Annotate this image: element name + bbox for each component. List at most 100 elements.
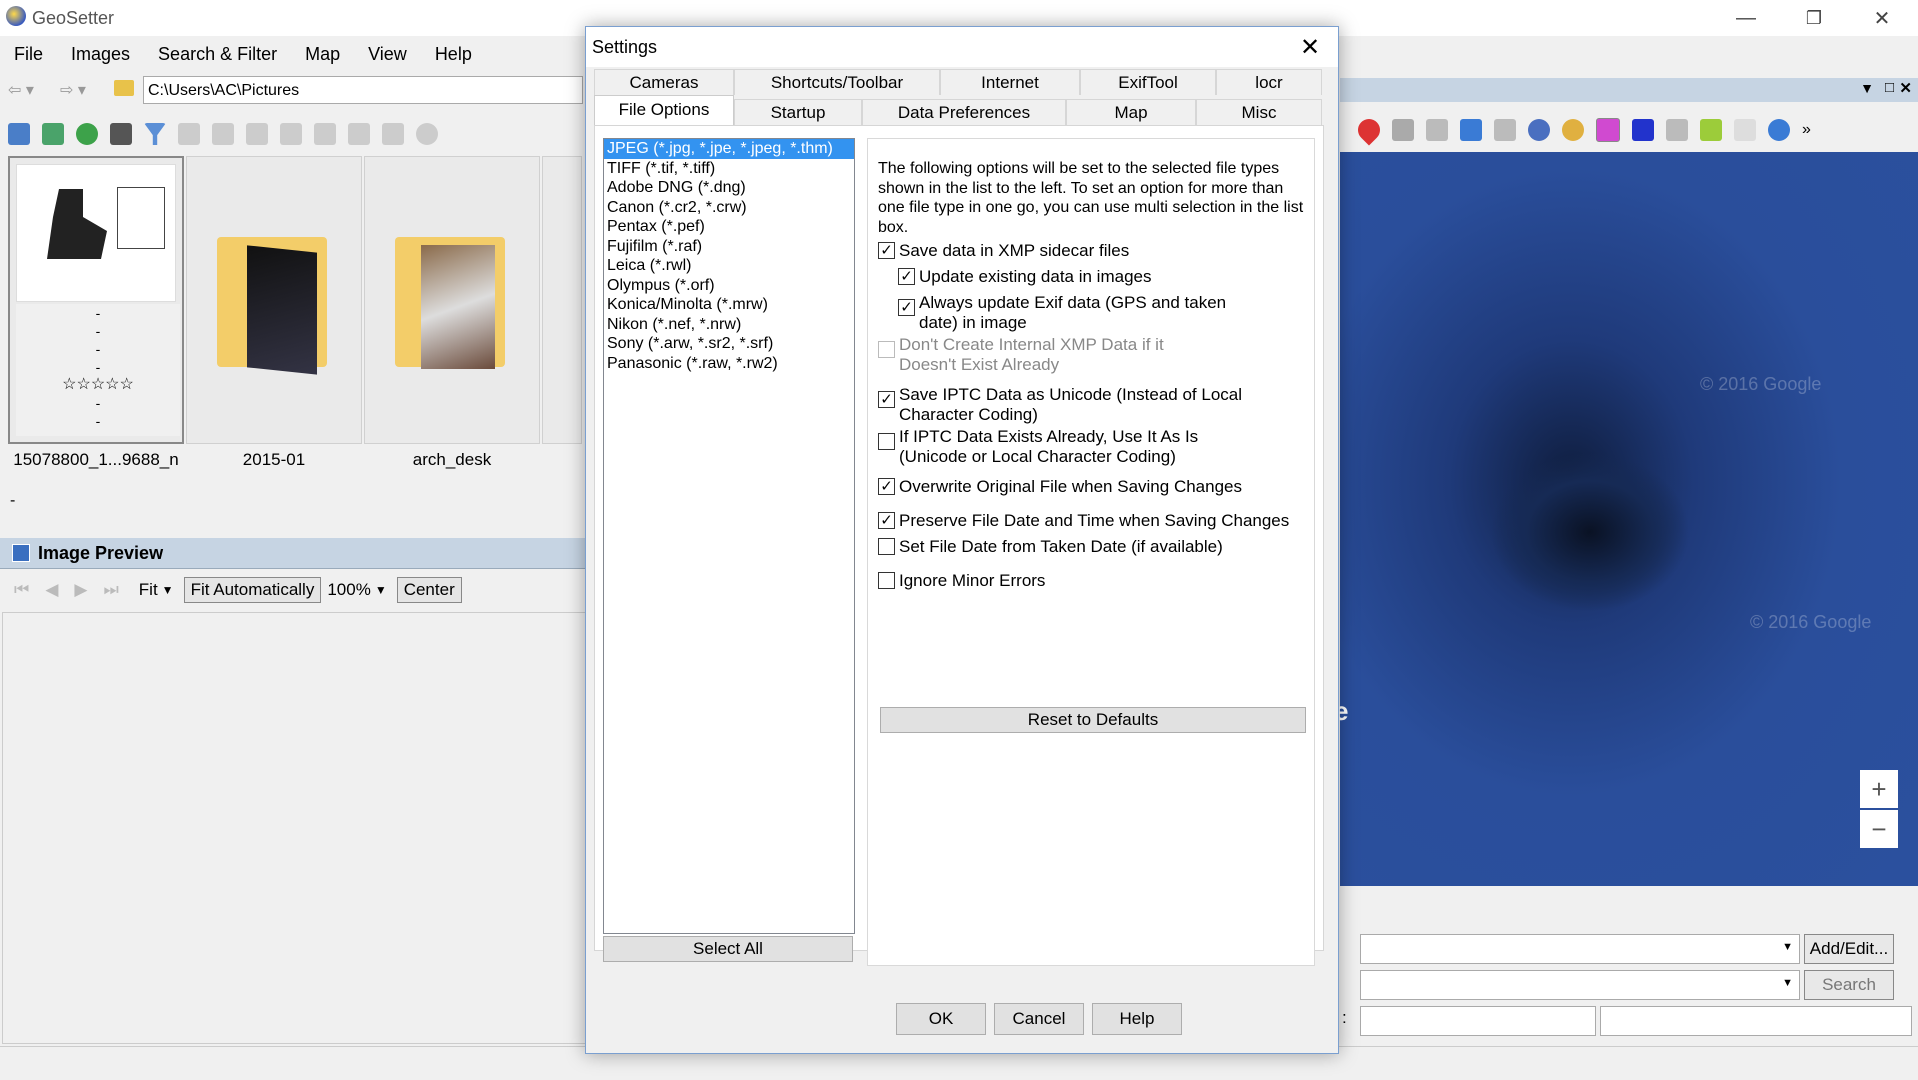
help-button[interactable]: Help [1092, 1003, 1182, 1035]
option-update-existing[interactable]: ✓ Update existing data in images [898, 267, 1298, 287]
tab-cameras[interactable]: Cameras [594, 69, 734, 95]
zoom-out-button[interactable]: − [1860, 810, 1898, 848]
next-icon[interactable]: ▶ [74, 580, 87, 600]
more-icon[interactable]: » [1802, 121, 1811, 139]
checkbox[interactable]: ✓ [878, 512, 895, 529]
folder-item[interactable] [364, 156, 540, 444]
tab-file-options[interactable]: File Options [594, 95, 734, 125]
maximize-icon[interactable]: □ [1885, 79, 1894, 96]
coordinate-field[interactable] [1360, 1006, 1596, 1036]
pink-arrow-icon[interactable] [1596, 118, 1620, 142]
marker-remove-icon[interactable] [1426, 119, 1448, 141]
list-item[interactable]: Canon (*.cr2, *.crw) [604, 198, 854, 218]
close-button[interactable]: ✕ [1852, 0, 1912, 36]
last-icon[interactable]: ⏭ [103, 580, 118, 600]
checkbox[interactable] [878, 538, 895, 555]
menu-file[interactable]: File [0, 38, 57, 70]
close-icon[interactable]: ✕ [1899, 79, 1912, 97]
cut-icon[interactable] [382, 123, 404, 145]
camera-icon[interactable] [110, 123, 132, 145]
blue-arrow-icon[interactable] [1632, 119, 1654, 141]
add-edit-button[interactable]: Add/Edit... [1804, 934, 1894, 964]
file-type-list[interactable]: JPEG (*.jpg, *.jpe, *.jpeg, *.thm) TIFF … [603, 138, 855, 934]
scissors-icon[interactable] [1494, 119, 1516, 141]
menu-view[interactable]: View [354, 38, 421, 70]
back-icon[interactable]: ⇦ ▾ [8, 80, 34, 100]
search-combobox[interactable]: ▼ [1360, 970, 1800, 1000]
list-item[interactable]: TIFF (*.tif, *.tiff) [604, 159, 854, 179]
refresh-icon[interactable] [76, 123, 98, 145]
checkbox[interactable] [878, 433, 895, 450]
checkbox[interactable]: ✓ [878, 478, 895, 495]
zoom-map-icon[interactable] [1528, 119, 1550, 141]
zoom-dropdown[interactable]: 100% [327, 580, 370, 600]
fit-automatically-button[interactable]: Fit Automatically [183, 577, 322, 603]
list-item[interactable]: Pentax (*.pef) [604, 217, 854, 237]
chevron-down-icon[interactable]: ▼ [1782, 941, 1793, 953]
option-ignore-minor-errors[interactable]: Ignore Minor Errors [878, 571, 1298, 591]
tab-exiftool[interactable]: ExifTool [1080, 69, 1216, 95]
marker-icon[interactable] [1353, 114, 1385, 146]
altitude-field[interactable] [1600, 1006, 1912, 1036]
arrow-right-icon[interactable] [1734, 119, 1756, 141]
address-input[interactable]: C:\Users\AC\Pictures [143, 76, 583, 104]
list-item[interactable]: JPEG (*.jpg, *.jpe, *.jpeg, *.thm) [604, 139, 854, 159]
tab-shortcuts-toolbar[interactable]: Shortcuts/Toolbar [734, 69, 940, 95]
minimize-button[interactable]: — [1716, 0, 1776, 36]
previous-icon[interactable]: ◀ [45, 580, 58, 600]
chevron-down-icon[interactable]: ▼ [1860, 80, 1874, 96]
rating-stars[interactable]: ☆☆☆☆☆ [16, 376, 180, 394]
first-icon[interactable]: ⏮ [14, 580, 29, 600]
copy-icon[interactable] [212, 123, 234, 145]
zoom-in-button[interactable]: + [1860, 770, 1898, 808]
edit-icon[interactable] [348, 123, 370, 145]
tab-misc[interactable]: Misc [1196, 99, 1322, 125]
view-mode-icon[interactable] [8, 123, 30, 145]
restore-button[interactable]: ❐ [1784, 0, 1844, 36]
tab-data-preferences[interactable]: Data Preferences [862, 99, 1066, 125]
cancel-button[interactable]: Cancel [994, 1003, 1084, 1035]
import-icon[interactable] [42, 123, 64, 145]
select-all-button[interactable]: Select All [603, 936, 853, 962]
tag-icon[interactable] [178, 123, 200, 145]
menu-search-filter[interactable]: Search & Filter [144, 38, 291, 70]
option-iptc-use-as-is[interactable]: If IPTC Data Exists Already, Use It As I… [878, 427, 1228, 466]
clipboard-icon[interactable] [314, 123, 336, 145]
option-update-exif[interactable]: ✓ Always update Exif data (GPS and taken… [898, 293, 1228, 332]
list-item[interactable]: Nikon (*.nef, *.nrw) [604, 315, 854, 335]
search-button[interactable]: Search [1804, 970, 1894, 1000]
list-item[interactable]: Panasonic (*.raw, *.rw2) [604, 354, 854, 374]
chevron-down-icon[interactable]: ▼ [162, 583, 174, 597]
filter-icon[interactable] [144, 123, 166, 145]
tab-startup[interactable]: Startup [734, 99, 862, 125]
list-item[interactable]: Konica/Minolta (*.mrw) [604, 295, 854, 315]
arrow-left-icon[interactable] [1700, 119, 1722, 141]
checkbox[interactable]: ✓ [878, 391, 895, 408]
grey-arrow-icon[interactable] [1666, 119, 1688, 141]
fit-dropdown[interactable]: Fit [139, 580, 158, 600]
undo-icon[interactable] [416, 123, 438, 145]
list-item[interactable]: Adobe DNG (*.dng) [604, 178, 854, 198]
list-item[interactable]: Leica (*.rwl) [604, 256, 854, 276]
option-preserve-file-date[interactable]: ✓ Preserve File Date and Time when Savin… [878, 511, 1298, 531]
menu-map[interactable]: Map [291, 38, 354, 70]
tab-map[interactable]: Map [1066, 99, 1196, 125]
folder-up-icon[interactable] [114, 80, 134, 96]
center-button[interactable]: Center [396, 577, 462, 603]
tab-internet[interactable]: Internet [940, 69, 1080, 95]
folder-item[interactable] [186, 156, 362, 444]
option-iptc-unicode[interactable]: ✓ Save IPTC Data as Unicode (Instead of … [878, 385, 1248, 424]
ok-button[interactable]: OK [896, 1003, 986, 1035]
checkbox[interactable]: ✓ [898, 299, 915, 316]
dialog-close-icon[interactable]: ✕ [1290, 31, 1330, 63]
option-set-file-date[interactable]: Set File Date from Taken Date (if availa… [878, 537, 1298, 557]
menu-images[interactable]: Images [57, 38, 144, 70]
route-icon[interactable] [1460, 119, 1482, 141]
list-item[interactable]: Fujifilm (*.raf) [604, 237, 854, 257]
chevron-down-icon[interactable]: ▼ [1782, 977, 1793, 989]
paste-icon[interactable] [246, 123, 268, 145]
search-map-icon[interactable] [1562, 119, 1584, 141]
location-combobox[interactable]: ▼ [1360, 934, 1800, 964]
checkbox[interactable] [878, 572, 895, 589]
option-save-xmp[interactable]: ✓ Save data in XMP sidecar files [878, 241, 1298, 261]
